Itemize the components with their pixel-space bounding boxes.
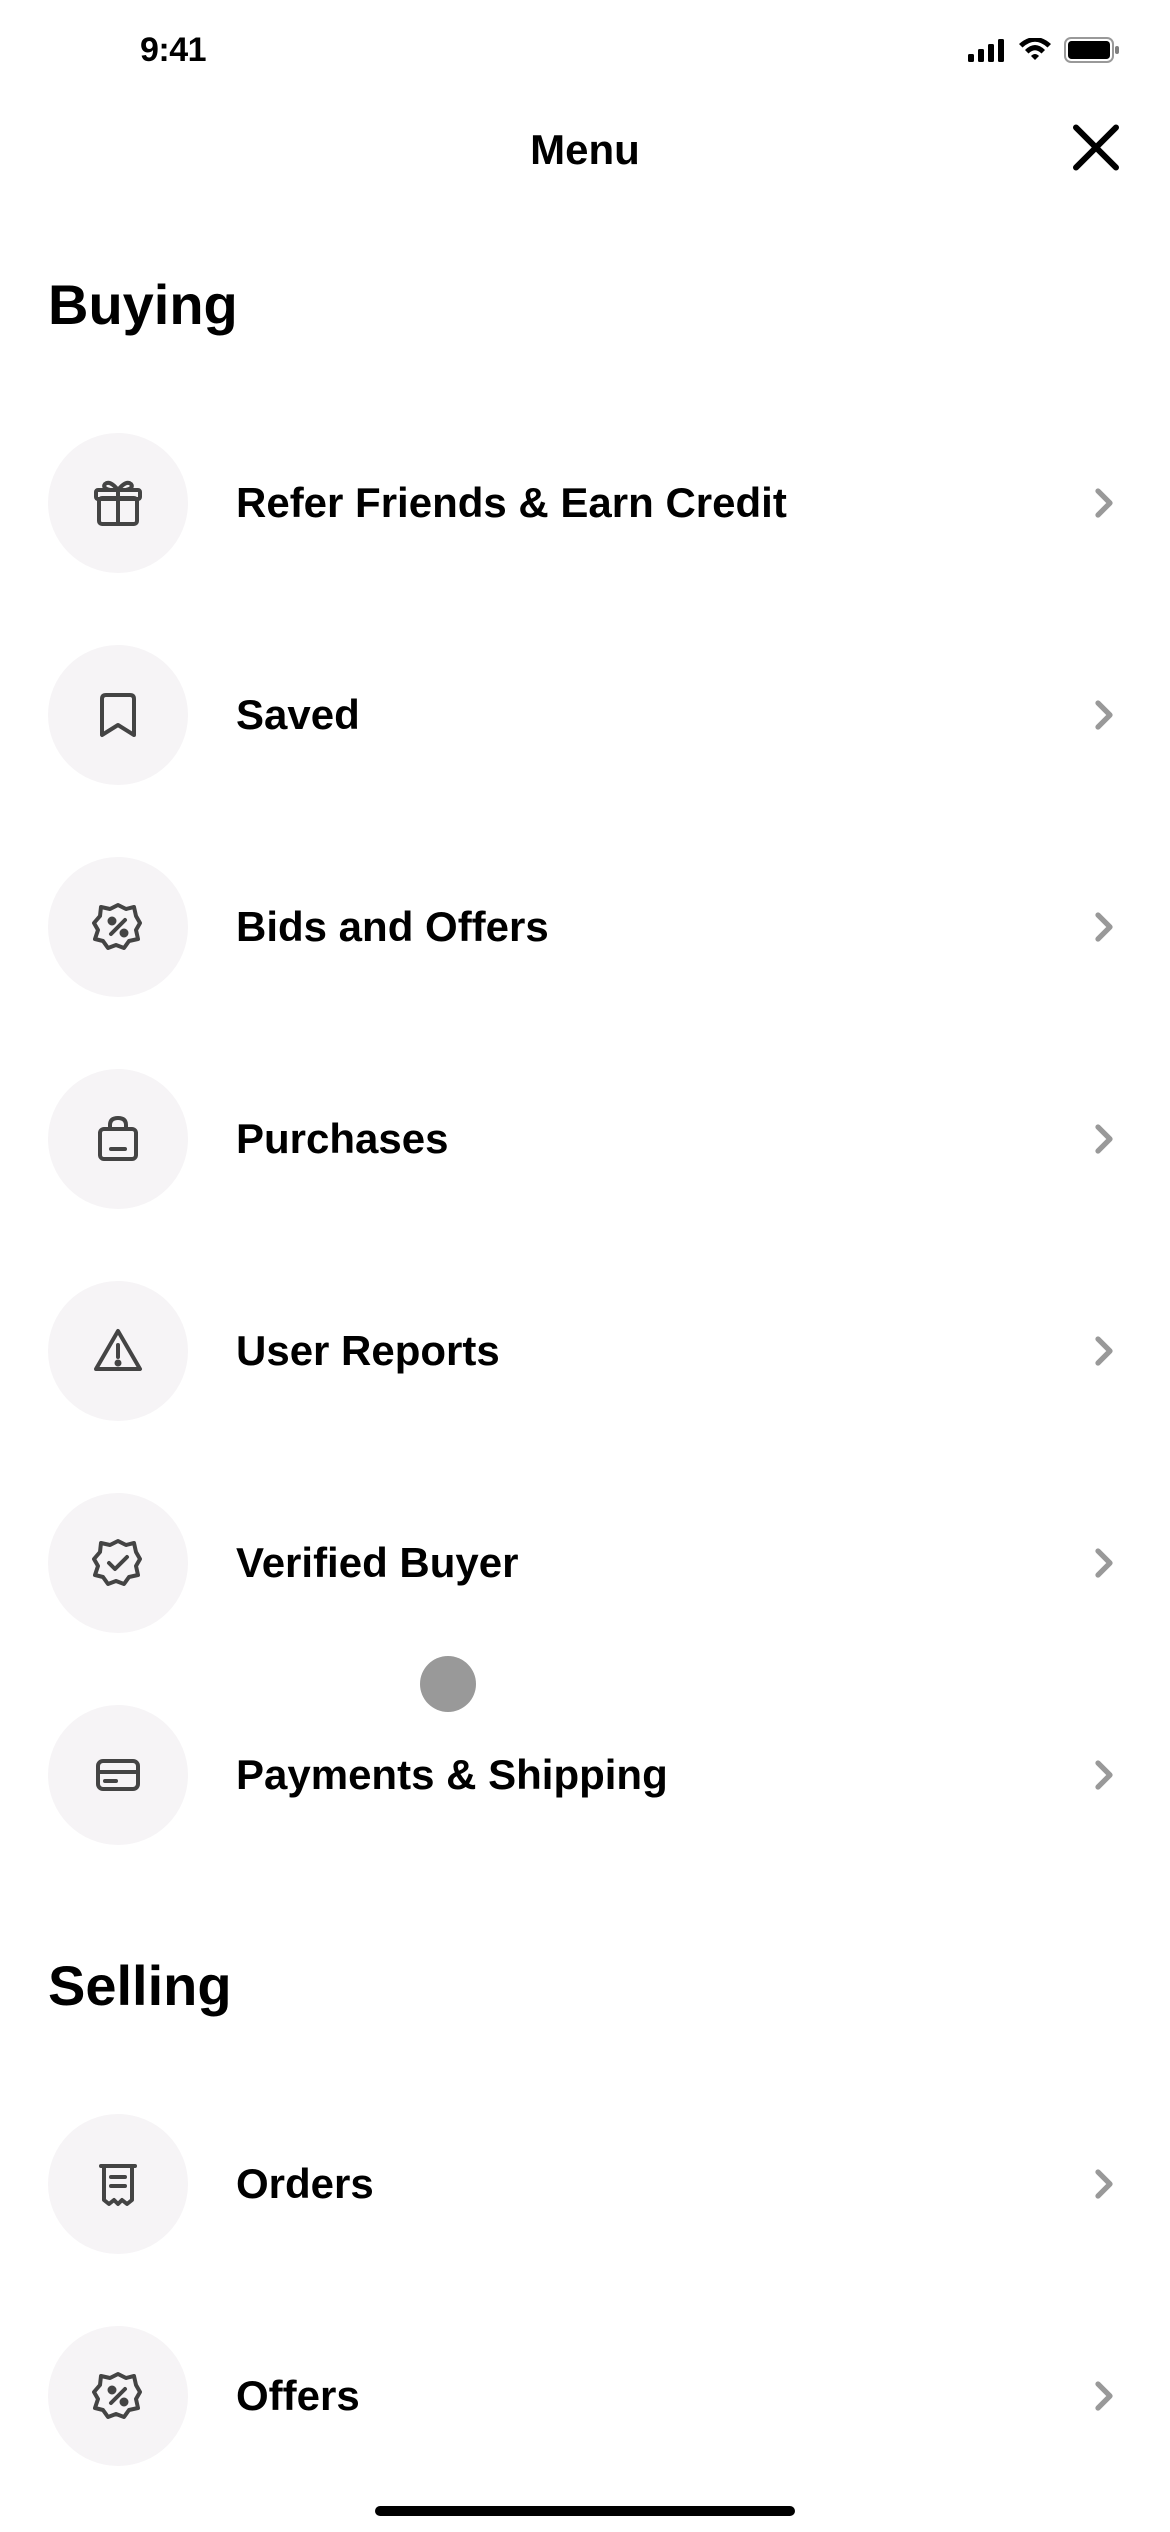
chevron-right-icon	[1086, 1545, 1122, 1581]
chevron-right-icon	[1086, 1333, 1122, 1369]
gift-icon	[90, 475, 146, 531]
status-icons	[968, 37, 1120, 63]
percent-badge-icon	[90, 899, 146, 955]
icon-circle	[48, 1493, 188, 1633]
chevron-right-icon	[1086, 1121, 1122, 1157]
section-header-buying: Buying	[48, 272, 1122, 337]
menu-label: Verified Buyer	[236, 1539, 1038, 1587]
chevron-right-icon	[1086, 2378, 1122, 2414]
menu-label: Offers	[236, 2372, 1038, 2420]
cellular-icon	[968, 38, 1006, 62]
content: Buying Refer Friends & Earn Credit Saved	[0, 272, 1170, 2502]
wifi-icon	[1018, 38, 1052, 62]
menu-label: Purchases	[236, 1115, 1038, 1163]
icon-circle	[48, 857, 188, 997]
icon-circle	[48, 645, 188, 785]
icon-circle	[48, 1705, 188, 1845]
section-header-selling: Selling	[48, 1953, 1122, 2018]
chevron-right-icon	[1086, 2166, 1122, 2202]
bookmark-icon	[90, 687, 146, 743]
close-icon	[1070, 122, 1122, 174]
receipt-icon	[90, 2156, 146, 2212]
touch-indicator	[420, 1656, 476, 1712]
icon-circle	[48, 2326, 188, 2466]
page-title: Menu	[530, 126, 640, 174]
icon-circle	[48, 1281, 188, 1421]
menu-label: Refer Friends & Earn Credit	[236, 479, 1038, 527]
chevron-right-icon	[1086, 1757, 1122, 1793]
menu-item-orders[interactable]: Orders	[48, 2078, 1122, 2290]
percent-badge-icon	[90, 2368, 146, 2424]
menu-label: User Reports	[236, 1327, 1038, 1375]
status-time: 9:41	[140, 31, 206, 70]
warning-icon	[90, 1323, 146, 1379]
icon-circle	[48, 2114, 188, 2254]
icon-circle	[48, 433, 188, 573]
menu-label: Bids and Offers	[236, 903, 1038, 951]
card-icon	[90, 1747, 146, 1803]
menu-item-user-reports[interactable]: User Reports	[48, 1245, 1122, 1457]
menu-item-bids-offers[interactable]: Bids and Offers	[48, 821, 1122, 1033]
home-indicator[interactable]	[375, 2506, 795, 2516]
header: Menu	[0, 100, 1170, 200]
menu-item-offers[interactable]: Offers	[48, 2290, 1122, 2502]
menu-label: Orders	[236, 2160, 1038, 2208]
chevron-right-icon	[1086, 485, 1122, 521]
menu-label: Payments & Shipping	[236, 1751, 1038, 1799]
chevron-right-icon	[1086, 697, 1122, 733]
icon-circle	[48, 1069, 188, 1209]
menu-item-verified-buyer[interactable]: Verified Buyer	[48, 1457, 1122, 1669]
menu-item-refer-friends[interactable]: Refer Friends & Earn Credit	[48, 397, 1122, 609]
check-badge-icon	[90, 1535, 146, 1591]
menu-item-payments-shipping[interactable]: Payments & Shipping	[48, 1669, 1122, 1881]
bag-icon	[90, 1111, 146, 1167]
menu-item-purchases[interactable]: Purchases	[48, 1033, 1122, 1245]
menu-item-saved[interactable]: Saved	[48, 609, 1122, 821]
chevron-right-icon	[1086, 909, 1122, 945]
status-bar: 9:41	[0, 0, 1170, 100]
menu-label: Saved	[236, 691, 1038, 739]
close-button[interactable]	[1070, 122, 1122, 179]
battery-icon	[1064, 37, 1120, 63]
